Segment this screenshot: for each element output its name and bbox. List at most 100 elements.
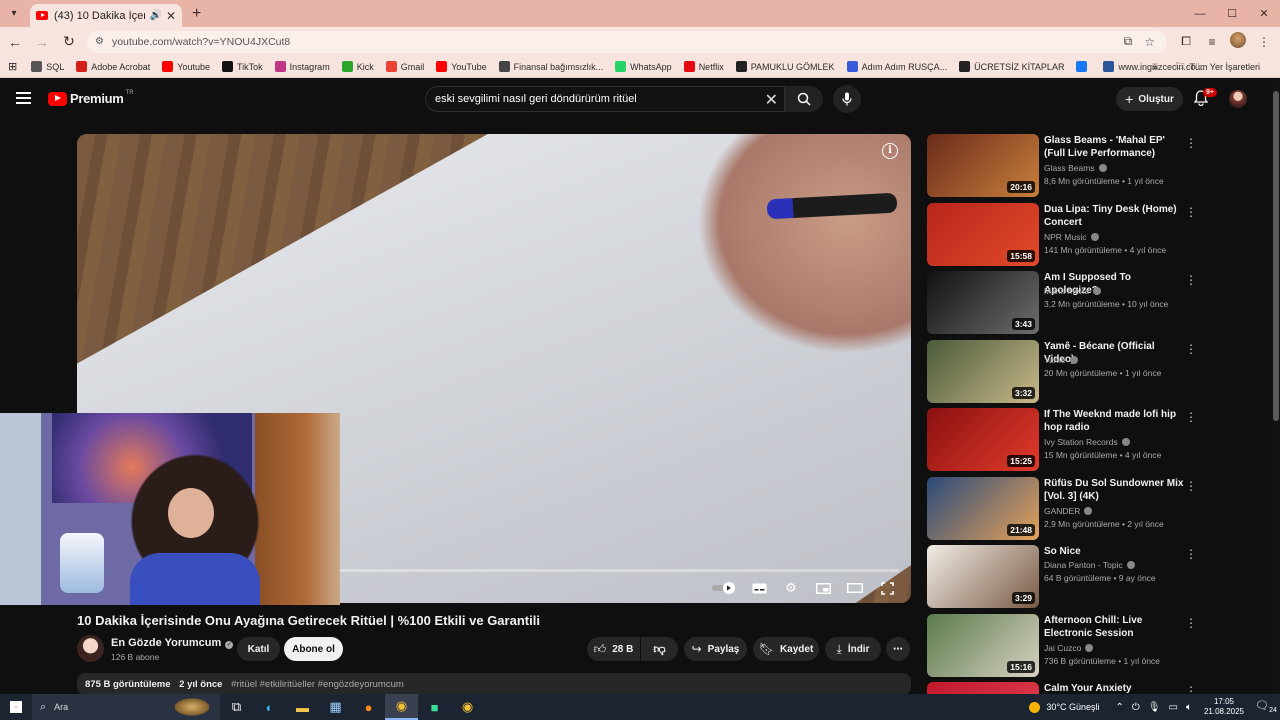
- bookmark-item[interactable]: [1076, 61, 1091, 72]
- recommended-title[interactable]: Glass Beams - 'Mahal EP' (Full Live Perf…: [1044, 134, 1184, 160]
- more-actions-button[interactable]: ⋯: [886, 637, 910, 661]
- new-tab-button[interactable]: +: [192, 5, 201, 23]
- app-icon[interactable]: ■: [418, 694, 451, 720]
- video-thumbnail[interactable]: 3:43: [927, 271, 1039, 334]
- clock[interactable]: 17:05 21.08.2025: [1204, 697, 1244, 717]
- bookmark-item[interactable]: YouTube: [436, 61, 487, 72]
- recommended-video[interactable]: 15:58 Dua Lipa: Tiny Desk (Home) Concert N…: [927, 202, 1272, 267]
- more-vertical-icon[interactable]: ⋮: [1185, 479, 1197, 493]
- more-vertical-icon[interactable]: ⋮: [1185, 273, 1197, 287]
- like-button[interactable]: 👍︎ 28 B: [587, 637, 640, 661]
- recommended-channel-name[interactable]: Maria Mena: [1044, 286, 1089, 296]
- network-icon[interactable]: ▭: [1169, 702, 1178, 713]
- more-vertical-icon[interactable]: ⋮: [1185, 410, 1197, 424]
- start-button[interactable]: [0, 694, 32, 720]
- bookmark-item[interactable]: SQL: [31, 61, 64, 72]
- video-thumbnail[interactable]: 15:58: [927, 202, 1039, 266]
- theater-mode-icon[interactable]: [845, 578, 865, 598]
- recommended-channel[interactable]: GANDER: [1044, 506, 1093, 516]
- recommended-title[interactable]: Afternoon Chill: Live Electronic Session: [1044, 614, 1184, 640]
- recommended-channel-name[interactable]: GANDER: [1044, 506, 1080, 516]
- bookmarks-overflow-icon[interactable]: »: [1152, 62, 1157, 72]
- more-vertical-icon[interactable]: ⋮: [1185, 205, 1197, 219]
- store-icon[interactable]: ▦: [319, 694, 352, 720]
- more-vertical-icon[interactable]: ⋮: [1185, 616, 1197, 630]
- extensions-icon[interactable]: ⧠: [1173, 34, 1199, 49]
- scrollbar-thumb[interactable]: [1273, 91, 1279, 421]
- recommended-title[interactable]: So Nice: [1044, 545, 1184, 558]
- account-avatar[interactable]: [1229, 90, 1247, 108]
- bookmark-item[interactable]: Kick: [341, 61, 374, 72]
- taskbar-search[interactable]: ⌕ Ara: [32, 694, 220, 720]
- bookmark-item[interactable]: ÜCRETSİZ KİTAPLAR: [959, 61, 1064, 72]
- tab-close-icon[interactable]: ✕: [166, 9, 176, 23]
- fullscreen-icon[interactable]: [877, 578, 897, 598]
- recommended-channel-name[interactable]: NPR Music: [1044, 232, 1087, 242]
- recommended-video[interactable]: 3:32 Yamê - Bécane (Official Video) Yamê 20…: [927, 339, 1272, 404]
- chrome-menu-icon[interactable]: ⋮: [1251, 35, 1277, 49]
- create-button[interactable]: + Oluştur: [1116, 87, 1183, 111]
- video-thumbnail[interactable]: 3:32: [927, 339, 1039, 403]
- edge-icon[interactable]: ◐: [253, 694, 286, 720]
- notifications-icon[interactable]: 🗨︎24: [1252, 699, 1280, 714]
- info-icon[interactable]: i: [882, 143, 898, 159]
- recommended-channel[interactable]: Glass Beams: [1044, 163, 1107, 173]
- search-input[interactable]: eski sevgilimi nasıl geri döndürürüm rit…: [425, 86, 785, 112]
- bookmark-item[interactable]: Netflix: [683, 61, 724, 72]
- recommended-channel-name[interactable]: Jai Cuzco: [1044, 643, 1081, 653]
- volume-icon[interactable]: 🔈︎: [1186, 702, 1192, 713]
- bookmark-item[interactable]: Adım Adım RUSÇA...: [846, 61, 947, 72]
- recommended-video[interactable]: 15:16 Afternoon Chill: Live Electronic Se…: [927, 613, 1272, 678]
- subtitles-icon[interactable]: [749, 578, 769, 598]
- more-vertical-icon[interactable]: ⋮: [1185, 136, 1197, 150]
- share-button[interactable]: ↪ Paylaş: [684, 637, 747, 661]
- profile-avatar[interactable]: [1225, 32, 1251, 51]
- more-vertical-icon[interactable]: ⋮: [1185, 342, 1197, 356]
- firefox-icon[interactable]: ●: [352, 694, 385, 720]
- chrome-icon[interactable]: ◉: [385, 694, 418, 720]
- bookmark-item[interactable]: WhatsApp: [615, 61, 672, 72]
- maximize-button[interactable]: ☐: [1216, 0, 1248, 27]
- media-controls-icon[interactable]: ≡: [1199, 35, 1225, 49]
- file-explorer-icon[interactable]: ▬: [286, 694, 319, 720]
- recommended-title[interactable]: Rüfüs Du Sol Sundowner Mix [Vol. 3] (4K): [1044, 477, 1184, 503]
- back-icon[interactable]: ←: [3, 30, 27, 54]
- video-thumbnail[interactable]: 15:16: [927, 613, 1039, 677]
- dislike-button[interactable]: 👎︎: [641, 637, 678, 661]
- speaker-icon[interactable]: 🔊: [149, 10, 161, 21]
- recommended-video[interactable]: 20:16 Glass Beams - 'Mahal EP' (Full Live…: [927, 134, 1272, 198]
- recommended-video[interactable]: 21:48 Rüfüs Du Sol Sundowner Mix [Vol. 3]…: [927, 476, 1272, 541]
- search-button[interactable]: [785, 86, 823, 112]
- recommended-video[interactable]: 3:29 So Nice Diana Panton - Topic 64 B görü…: [927, 545, 1272, 609]
- address-bar[interactable]: ⚙ youtube.com/watch?v=YNOU4JXCut8 ⧉ ☆: [87, 30, 1167, 53]
- recommended-channel[interactable]: Yamê: [1044, 355, 1078, 365]
- reload-icon[interactable]: ↻: [57, 30, 81, 54]
- recommended-video[interactable]: 3:43 Am I Supposed To Apologize? Maria Men…: [927, 271, 1272, 335]
- page-scrollbar[interactable]: [1272, 79, 1280, 694]
- recommended-channel-name[interactable]: Yamê: [1044, 355, 1066, 365]
- weather-widget[interactable]: 30°C Güneşli: [1029, 701, 1099, 713]
- chrome-profile-icon[interactable]: ◉: [451, 694, 484, 720]
- youtube-logo[interactable]: Premium TR: [48, 90, 134, 106]
- autoplay-toggle[interactable]: [712, 578, 736, 598]
- bookmark-item[interactable]: Gmail: [385, 61, 424, 72]
- all-bookmarks-button[interactable]: 🗀 Tüm Yer İşaretleri: [1175, 59, 1260, 75]
- miniplayer-icon[interactable]: [813, 578, 833, 598]
- clear-search-icon[interactable]: ✕: [765, 90, 778, 110]
- bookmark-star-icon[interactable]: ☆: [1144, 35, 1155, 49]
- bookmark-item[interactable]: Finansal bağımsızlık...: [498, 61, 603, 72]
- chevron-up-icon[interactable]: ⌃: [1115, 702, 1123, 713]
- forward-icon[interactable]: →: [30, 30, 54, 54]
- recommended-title[interactable]: Dua Lipa: Tiny Desk (Home) Concert: [1044, 203, 1184, 229]
- recommended-channel-name[interactable]: Ivy Station Records: [1044, 437, 1118, 447]
- url-text[interactable]: youtube.com/watch?v=YNOU4JXCut8: [112, 36, 1124, 48]
- menu-icon[interactable]: [16, 92, 31, 104]
- recommended-channel[interactable]: Diana Panton - Topic: [1044, 560, 1135, 570]
- tab-search-icon[interactable]: ▾: [4, 4, 24, 24]
- install-app-icon[interactable]: ⧉: [1124, 34, 1133, 49]
- recommended-channel-name[interactable]: Diana Panton - Topic: [1044, 560, 1123, 570]
- bookmark-item[interactable]: Youtube: [162, 61, 210, 72]
- recommended-channel[interactable]: Maria Mena: [1044, 286, 1101, 296]
- description-box[interactable]: 875 B görüntüleme 2 yıl önce #ritüel #et…: [77, 673, 911, 695]
- recommended-channel-name[interactable]: Glass Beams: [1044, 163, 1095, 173]
